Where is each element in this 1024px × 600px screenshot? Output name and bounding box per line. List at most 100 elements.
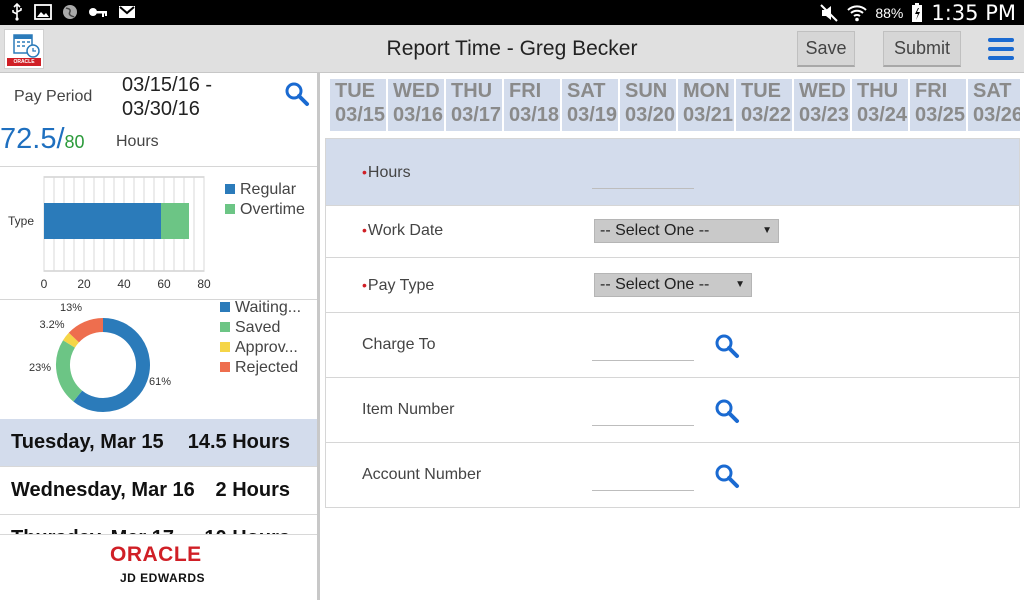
day-list-item[interactable]: Tuesday, Mar 15 14.5 Hours [0, 419, 317, 467]
bar-regular [44, 203, 161, 239]
work-date-label: •Work Date [362, 222, 444, 239]
day-tab[interactable]: THU 03/24 [852, 79, 908, 131]
battery-percent: 88% [875, 4, 904, 21]
day-tab[interactable]: THU 03/17 [446, 79, 502, 131]
hours-label: Hours [116, 133, 159, 150]
legend-item: Regular [225, 181, 296, 199]
day-tab-date: 03/21 [683, 104, 734, 126]
mute-icon [820, 3, 839, 22]
item-number-row: Item Number [326, 378, 1019, 443]
legend-item: Approv... [220, 339, 298, 357]
entry-panel: TUE 03/15 WED 03/16 THU 03/17 FRI 03/18 SAT 03/19… [323, 73, 1024, 600]
pay-type-row: •Pay Type -- Select One -- ▼ [326, 258, 1019, 313]
day-tab[interactable]: WED 03/23 [794, 79, 850, 131]
hours-row: •Hours [326, 139, 1019, 206]
footer-logo: ORACLE JD EDWARDS [0, 534, 317, 600]
day-tab[interactable]: SAT 03/26 [968, 79, 1020, 131]
save-button[interactable]: Save [797, 31, 855, 67]
legend-swatch [220, 322, 230, 332]
day-tab[interactable]: TUE 03/15 [330, 79, 386, 131]
legend-item: Saved [220, 319, 280, 337]
legend-label: Rejected [235, 359, 299, 376]
oracle-tag: ORACLE [7, 58, 41, 66]
clock: 1:35 PM [931, 0, 1016, 25]
dropdown-caret-icon: ▼ [735, 279, 745, 290]
day-tab[interactable]: TUE 03/22 [736, 79, 792, 131]
pay-period-label: Pay Period [14, 88, 93, 105]
work-date-value: -- Select One -- [600, 222, 710, 239]
account-number-row: Account Number [326, 443, 1019, 508]
pay-period-end: 03/30/16 [122, 98, 200, 120]
account-number-label: Account Number [362, 466, 482, 483]
x-tick-label: 0 [41, 277, 48, 291]
day-tab-dow: FRI [915, 80, 948, 102]
search-icon[interactable] [714, 398, 740, 424]
day-tab-dow: SAT [567, 80, 606, 102]
day-tab[interactable]: FRI 03/25 [910, 79, 966, 131]
day-tab-dow: THU [857, 80, 899, 102]
donut-slice [56, 340, 83, 402]
charge-to-input[interactable] [592, 339, 694, 361]
day-tab[interactable]: SUN 03/20 [620, 79, 676, 131]
legend-swatch [225, 204, 235, 214]
x-tick-label: 60 [157, 277, 171, 291]
slice-label: 13% [60, 302, 82, 314]
hamburger-menu-icon[interactable] [988, 38, 1014, 62]
app-logo[interactable]: ORACLE [4, 29, 44, 69]
legend-label: Overtime [240, 201, 305, 218]
day-tab-date: 03/23 [799, 104, 850, 126]
legend-swatch [225, 184, 235, 194]
day-tab-date: 03/26 [973, 104, 1020, 126]
calendar-clock-icon [13, 34, 40, 58]
legend-item: Waiting... [220, 299, 301, 317]
day-tab-date: 03/20 [625, 104, 676, 126]
day-hours: 2 Hours [215, 479, 290, 501]
work-date-select[interactable]: -- Select One -- ▼ [594, 219, 779, 243]
pay-period-start: 03/15/16 - [122, 74, 213, 96]
wifi-icon [847, 4, 868, 21]
app-header: ORACLE Report Time - Greg Becker Save Su… [0, 25, 1024, 73]
day-tab-date: 03/16 [393, 104, 444, 126]
submit-button[interactable]: Submit [883, 31, 961, 67]
pay-type-value: -- Select One -- [600, 276, 710, 293]
key-icon [89, 8, 107, 17]
charge-to-label: Charge To [362, 336, 436, 353]
search-icon[interactable] [714, 333, 740, 359]
day-tab[interactable]: FRI 03/18 [504, 79, 560, 131]
day-tab-date: 03/25 [915, 104, 966, 126]
day-tab-dow: TUE [741, 80, 781, 102]
day-list-item[interactable]: Wednesday, Mar 16 2 Hours [0, 467, 317, 515]
day-tab-date: 03/19 [567, 104, 618, 126]
day-tab-dow: FRI [509, 80, 542, 102]
time-entry-form: •Hours •Work Date -- Select One -- ▼ •Pay… [325, 138, 1020, 508]
hours-total: 72.5/80 [0, 123, 85, 156]
summary-panel: Pay Period 03/15/16 - 03/30/16 72.5/80 H… [0, 73, 320, 600]
day-hours: 14.5 Hours [187, 431, 290, 453]
battery-icon [912, 2, 923, 22]
search-icon[interactable] [714, 463, 740, 489]
legend-item: Rejected [220, 359, 298, 377]
legend-swatch [220, 302, 230, 312]
account-number-input[interactable] [592, 469, 694, 491]
globe-icon [63, 5, 77, 19]
hours-input[interactable] [592, 167, 694, 189]
search-icon[interactable] [284, 81, 310, 107]
day-tab-dow: TUE [335, 80, 375, 102]
item-number-input[interactable] [592, 404, 694, 426]
pay-type-select[interactable]: -- Select One -- ▼ [594, 273, 752, 297]
day-tab[interactable]: MON 03/21 [678, 79, 734, 131]
day-tab[interactable]: WED 03/16 [388, 79, 444, 131]
page-title: Report Time - Greg Becker [386, 37, 638, 60]
gmail-icon [119, 6, 135, 18]
slice-label: 3.2% [39, 319, 64, 331]
image-icon [34, 4, 52, 20]
required-marker: • [362, 277, 367, 293]
day-tab[interactable]: SAT 03/19 [562, 79, 618, 131]
hours-type-chart: Type 0 20 40 60 80 Regular Overtime [0, 169, 317, 299]
category-label: Type [8, 214, 34, 228]
legend-swatch [220, 362, 230, 372]
donut-slice [68, 318, 104, 343]
donut-slice [63, 332, 80, 348]
legend-item: Overtime [225, 201, 305, 219]
pay-period-dates[interactable]: 03/15/16 - 03/30/16 [122, 73, 272, 121]
